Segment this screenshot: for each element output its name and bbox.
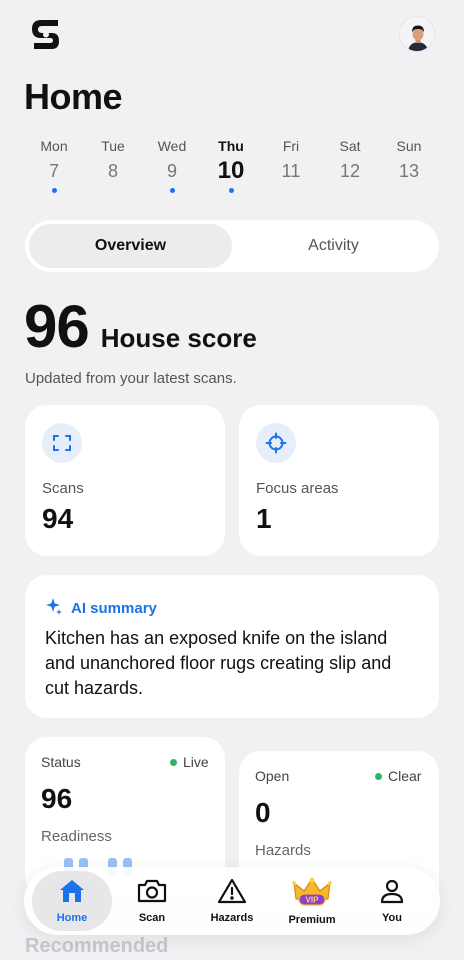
live-badge: Live — [170, 754, 209, 770]
sparkle-icon — [45, 597, 63, 620]
open-label: Open — [255, 768, 290, 784]
user-avatar-icon[interactable] — [399, 16, 435, 52]
day-fri[interactable]: Fri 11 — [261, 136, 321, 186]
status-label: Status — [41, 754, 81, 770]
live-dot-icon — [170, 758, 177, 766]
tab-home[interactable]: Home — [32, 871, 112, 931]
week-strip: Mon 7 Tue 8 Wed 9 Thu 10 Fri 11 Sat 12 S… — [24, 136, 440, 206]
person-icon — [379, 878, 405, 909]
scans-value: 94 — [42, 503, 74, 534]
day-number: 9 — [166, 161, 177, 181]
ai-summary-text: Kitchen has an exposed knife on the isla… — [45, 628, 392, 698]
activity-dot — [169, 188, 175, 193]
clear-dot-icon — [375, 772, 382, 780]
camera-icon — [136, 878, 168, 909]
top-bar — [0, 0, 464, 70]
focus-value: 1 — [256, 503, 272, 534]
bottom-tab-bar: Home Scan Hazards VIP Premium You — [24, 867, 440, 935]
home-icon — [58, 878, 86, 909]
day-name: Wed — [157, 138, 187, 154]
tab-hazards[interactable]: Hazards — [192, 871, 272, 931]
ai-summary-card[interactable]: AI summary Kitchen has an exposed knife … — [25, 575, 439, 718]
live-badge-label: Live — [183, 754, 209, 770]
day-wed[interactable]: Wed 9 — [142, 136, 202, 193]
day-number: 7 — [48, 161, 59, 181]
day-thu[interactable]: Thu 10 — [201, 136, 261, 193]
focus-label: Focus areas — [256, 480, 339, 497]
status-value: 96 — [41, 783, 73, 814]
page-title: Home — [24, 76, 123, 117]
recommended-heading: Recommended — [25, 935, 169, 957]
day-name: Tue — [101, 138, 125, 154]
ai-summary-label: AI summary — [71, 600, 157, 617]
svg-text:VIP: VIP — [306, 895, 320, 904]
open-sub: Hazards — [255, 842, 311, 859]
tab-label: Home — [56, 912, 88, 924]
house-score: 96 House score — [24, 292, 257, 361]
day-tue[interactable]: Tue 8 — [83, 136, 143, 186]
score-subtitle: Updated from your latest scans. — [25, 370, 237, 387]
scans-card[interactable]: Scans 94 — [25, 405, 225, 556]
activity-dot — [228, 188, 234, 193]
tab-overview[interactable]: Overview — [29, 224, 232, 268]
tab-label: Scan — [138, 912, 166, 924]
logo-s-icon[interactable] — [28, 16, 64, 52]
day-number: 8 — [107, 161, 118, 181]
tab-premium[interactable]: VIP Premium — [272, 871, 352, 931]
day-sun[interactable]: Sun 13 — [379, 136, 439, 186]
focus-areas-card[interactable]: Focus areas 1 — [239, 405, 439, 556]
score-value: 96 — [24, 293, 90, 360]
clear-badge-label: Clear — [388, 768, 422, 784]
day-name: Mon — [40, 138, 68, 154]
day-name: Sat — [339, 138, 361, 154]
score-label: House score — [100, 323, 257, 353]
tab-label: Hazards — [210, 912, 254, 924]
day-number: 10 — [217, 157, 245, 184]
status-sub: Readiness — [41, 828, 112, 845]
scan-frame-icon — [42, 423, 82, 463]
day-name: Fri — [282, 138, 300, 154]
crosshair-icon — [256, 423, 296, 463]
warning-icon — [217, 878, 247, 909]
day-number: 12 — [339, 161, 361, 181]
open-value: 0 — [255, 797, 271, 828]
day-mon[interactable]: Mon 7 — [24, 136, 84, 193]
segmented-control: Overview Activity — [25, 220, 439, 272]
day-number: 11 — [281, 161, 301, 181]
day-sat[interactable]: Sat 12 — [320, 136, 380, 186]
tab-label: You — [382, 912, 402, 924]
clear-badge: Clear — [375, 768, 421, 784]
vip-crown-icon: VIP — [290, 877, 334, 914]
tab-label: Premium — [288, 913, 336, 926]
day-number: 13 — [398, 161, 420, 181]
ai-summary-header: AI summary — [45, 597, 157, 620]
tab-you[interactable]: You — [352, 871, 432, 931]
tab-activity[interactable]: Activity — [232, 224, 435, 268]
tab-scan[interactable]: Scan — [112, 871, 192, 931]
scans-label: Scans — [42, 480, 84, 497]
day-name: Sun — [396, 138, 422, 154]
day-name: Thu — [218, 138, 244, 154]
activity-dot — [51, 188, 57, 193]
